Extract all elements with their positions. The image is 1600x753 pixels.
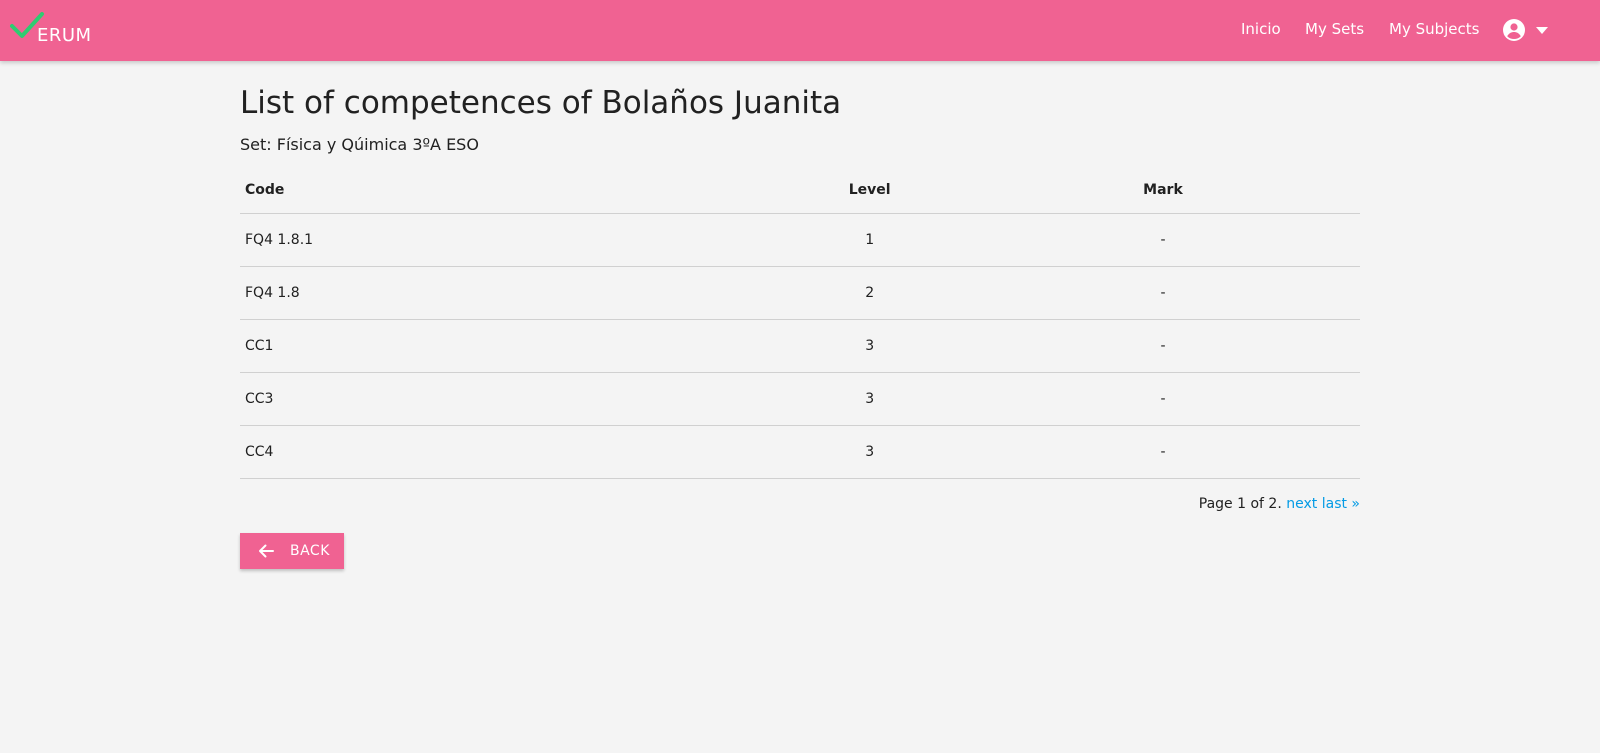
pagination-next-link[interactable]: next — [1286, 496, 1317, 512]
page-title: List of competences of Bolaños Juanita — [240, 85, 842, 121]
cell-mark: - — [965, 266, 1360, 320]
nav-link-my-subjects[interactable]: My Subjects — [1389, 20, 1479, 38]
logo[interactable]: ERUM — [10, 12, 100, 48]
cell-mark: - — [965, 425, 1360, 479]
back-button[interactable]: BACK — [240, 533, 344, 569]
cell-mark: - — [965, 372, 1360, 426]
cell-code: FQ4 1.8 — [240, 266, 774, 320]
column-header-level[interactable]: Level — [773, 168, 966, 214]
top-navbar: ERUM Inicio My Sets My Subjects — [0, 0, 1600, 61]
column-header-code[interactable]: Code — [240, 168, 774, 214]
account-circle-icon — [1503, 19, 1525, 41]
cell-level: 3 — [773, 319, 966, 373]
pagination-last-link[interactable]: last » — [1322, 496, 1360, 512]
arrow-left-icon — [259, 544, 274, 558]
pagination-status: Page 1 of 2. — [1198, 496, 1282, 512]
cell-mark: - — [965, 213, 1360, 267]
nav-link-my-sets[interactable]: My Sets — [1305, 20, 1364, 38]
cell-code: CC1 — [240, 319, 774, 373]
cell-code: CC3 — [240, 372, 774, 426]
cell-level: 1 — [773, 213, 966, 267]
column-header-mark[interactable]: Mark — [965, 168, 1360, 214]
cell-mark: - — [965, 319, 1360, 373]
competences-table: Code Level Mark FQ4 1.8.1 1 - FQ4 1.8 2 … — [240, 168, 1360, 479]
table-row: FQ4 1.8.1 1 - — [240, 213, 1360, 267]
back-button-label: BACK — [290, 543, 330, 559]
account-menu[interactable] — [1502, 18, 1552, 44]
table-header-row: Code Level Mark — [240, 168, 1360, 214]
logo-text: ERUM — [37, 25, 92, 46]
caret-down-icon — [1536, 27, 1548, 34]
set-subtitle: Set: Física y Qúimica 3ºA ESO — [240, 135, 479, 154]
cell-level: 3 — [773, 372, 966, 426]
table-row: CC1 3 - — [240, 319, 1360, 373]
table-row: CC4 3 - — [240, 425, 1360, 479]
pagination: Page 1 of 2. next last » — [1199, 496, 1360, 512]
table-row: CC3 3 - — [240, 372, 1360, 426]
cell-code: CC4 — [240, 425, 774, 479]
cell-level: 2 — [773, 266, 966, 320]
table-row: FQ4 1.8 2 - — [240, 266, 1360, 320]
cell-code: FQ4 1.8.1 — [240, 213, 774, 267]
cell-level: 3 — [773, 425, 966, 479]
nav-link-inicio[interactable]: Inicio — [1241, 20, 1281, 38]
